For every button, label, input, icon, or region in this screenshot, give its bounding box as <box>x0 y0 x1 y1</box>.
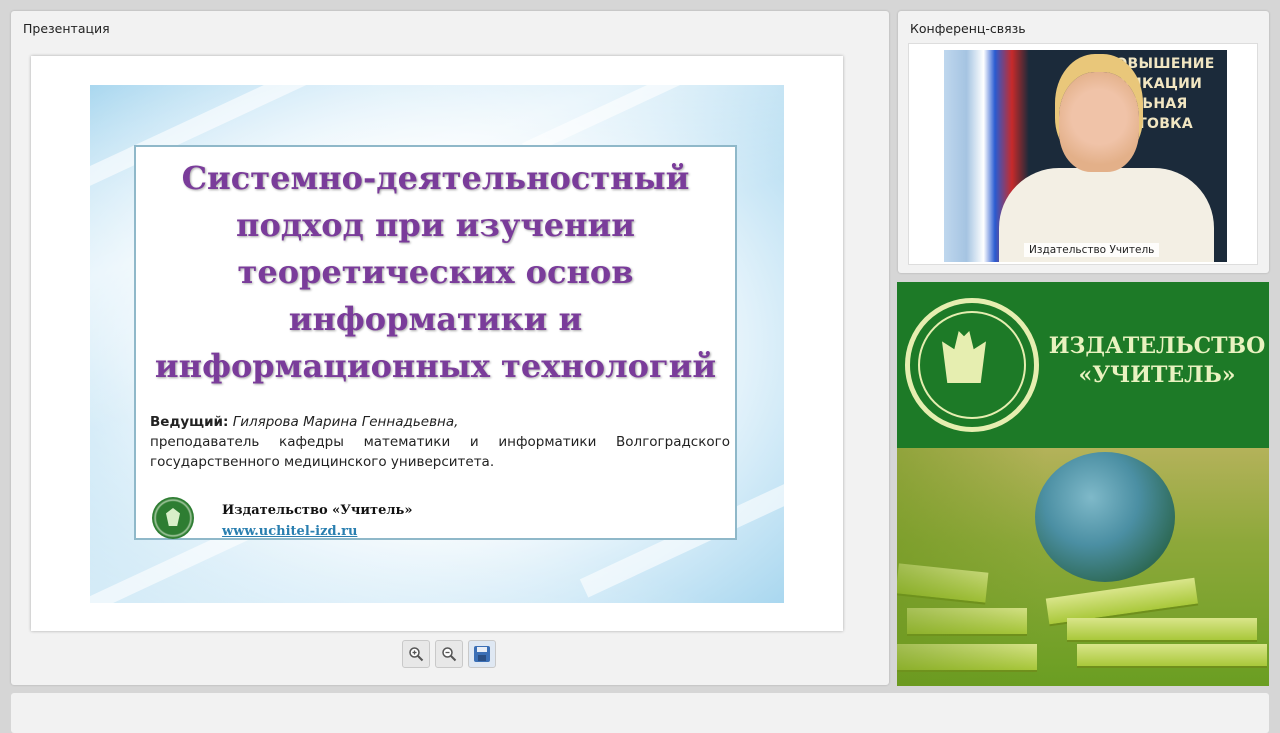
save-button[interactable] <box>468 640 496 668</box>
publisher-name: Издательство «Учитель» <box>222 503 413 518</box>
speaker-head <box>1059 72 1139 172</box>
slide: Системно-деятельностный подход при изуче… <box>90 85 784 603</box>
ad-line: «УЧИТЕЛЬ» <box>1078 362 1236 388</box>
bottom-panel <box>11 693 1269 733</box>
webcam-video[interactable]: ПОВЫШЕНИЕ ФИКАЦИИ ЛЬНАЯ ОТОВКА Издательс… <box>944 50 1227 262</box>
slide-heading-line: информатики и <box>288 300 583 338</box>
zoom-out-button[interactable] <box>435 640 463 668</box>
banner-line: ПОВЫШЕНИЕ <box>1103 56 1215 72</box>
publisher-link[interactable]: www.uchitel-izd.ru <box>222 524 357 539</box>
publisher-ad-text: ИЗДАТЕЛЬСТВО «УЧИТЕЛЬ» <box>1047 332 1267 390</box>
zoom-out-icon <box>442 647 457 662</box>
slide-heading-line: подход при изучении <box>236 206 635 244</box>
presenter-info: Ведущий: Гилярова Марина Геннадьевна, пр… <box>150 412 730 472</box>
presentation-panel-title: Презентация <box>23 21 110 36</box>
slide-heading: Системно-деятельностный подход при изуче… <box>136 155 735 390</box>
slide-viewer[interactable]: Системно-деятельностный подход при изуче… <box>31 56 843 631</box>
publisher-emblem-icon <box>905 298 1039 432</box>
conference-panel: Конференц-связь ПОВЫШЕНИЕ ФИКАЦИИ ЛЬНАЯ … <box>898 11 1269 273</box>
slide-heading-line: информационных технологий <box>154 347 717 385</box>
presentation-panel: Презентация Системно-деятельностный подх… <box>11 11 889 685</box>
video-container: ПОВЫШЕНИЕ ФИКАЦИИ ЛЬНАЯ ОТОВКА Издательс… <box>908 43 1258 265</box>
zoom-in-icon <box>409 647 424 662</box>
presenter-position: преподаватель кафедры математики и инфор… <box>150 434 730 470</box>
presenter-label: Ведущий: <box>150 414 229 430</box>
save-icon <box>474 646 490 662</box>
books-globe-image <box>897 448 1269 686</box>
presenter-name: Гилярова Марина Геннадьевна, <box>232 414 459 430</box>
publisher-logo-icon <box>152 497 194 539</box>
slide-content-card: Системно-деятельностный подход при изуче… <box>134 145 737 540</box>
ad-line: ИЗДАТЕЛЬСТВО <box>1048 333 1266 359</box>
slide-toolbar <box>402 640 496 668</box>
video-caption: Издательство Учитель <box>1024 243 1160 257</box>
zoom-in-button[interactable] <box>402 640 430 668</box>
slide-heading-line: теоретических основ <box>237 253 634 291</box>
slide-heading-line: Системно-деятельностный <box>181 159 690 197</box>
conference-panel-title: Конференц-связь <box>910 21 1026 36</box>
publisher-ad-banner: ИЗДАТЕЛЬСТВО «УЧИТЕЛЬ» <box>897 282 1269 448</box>
